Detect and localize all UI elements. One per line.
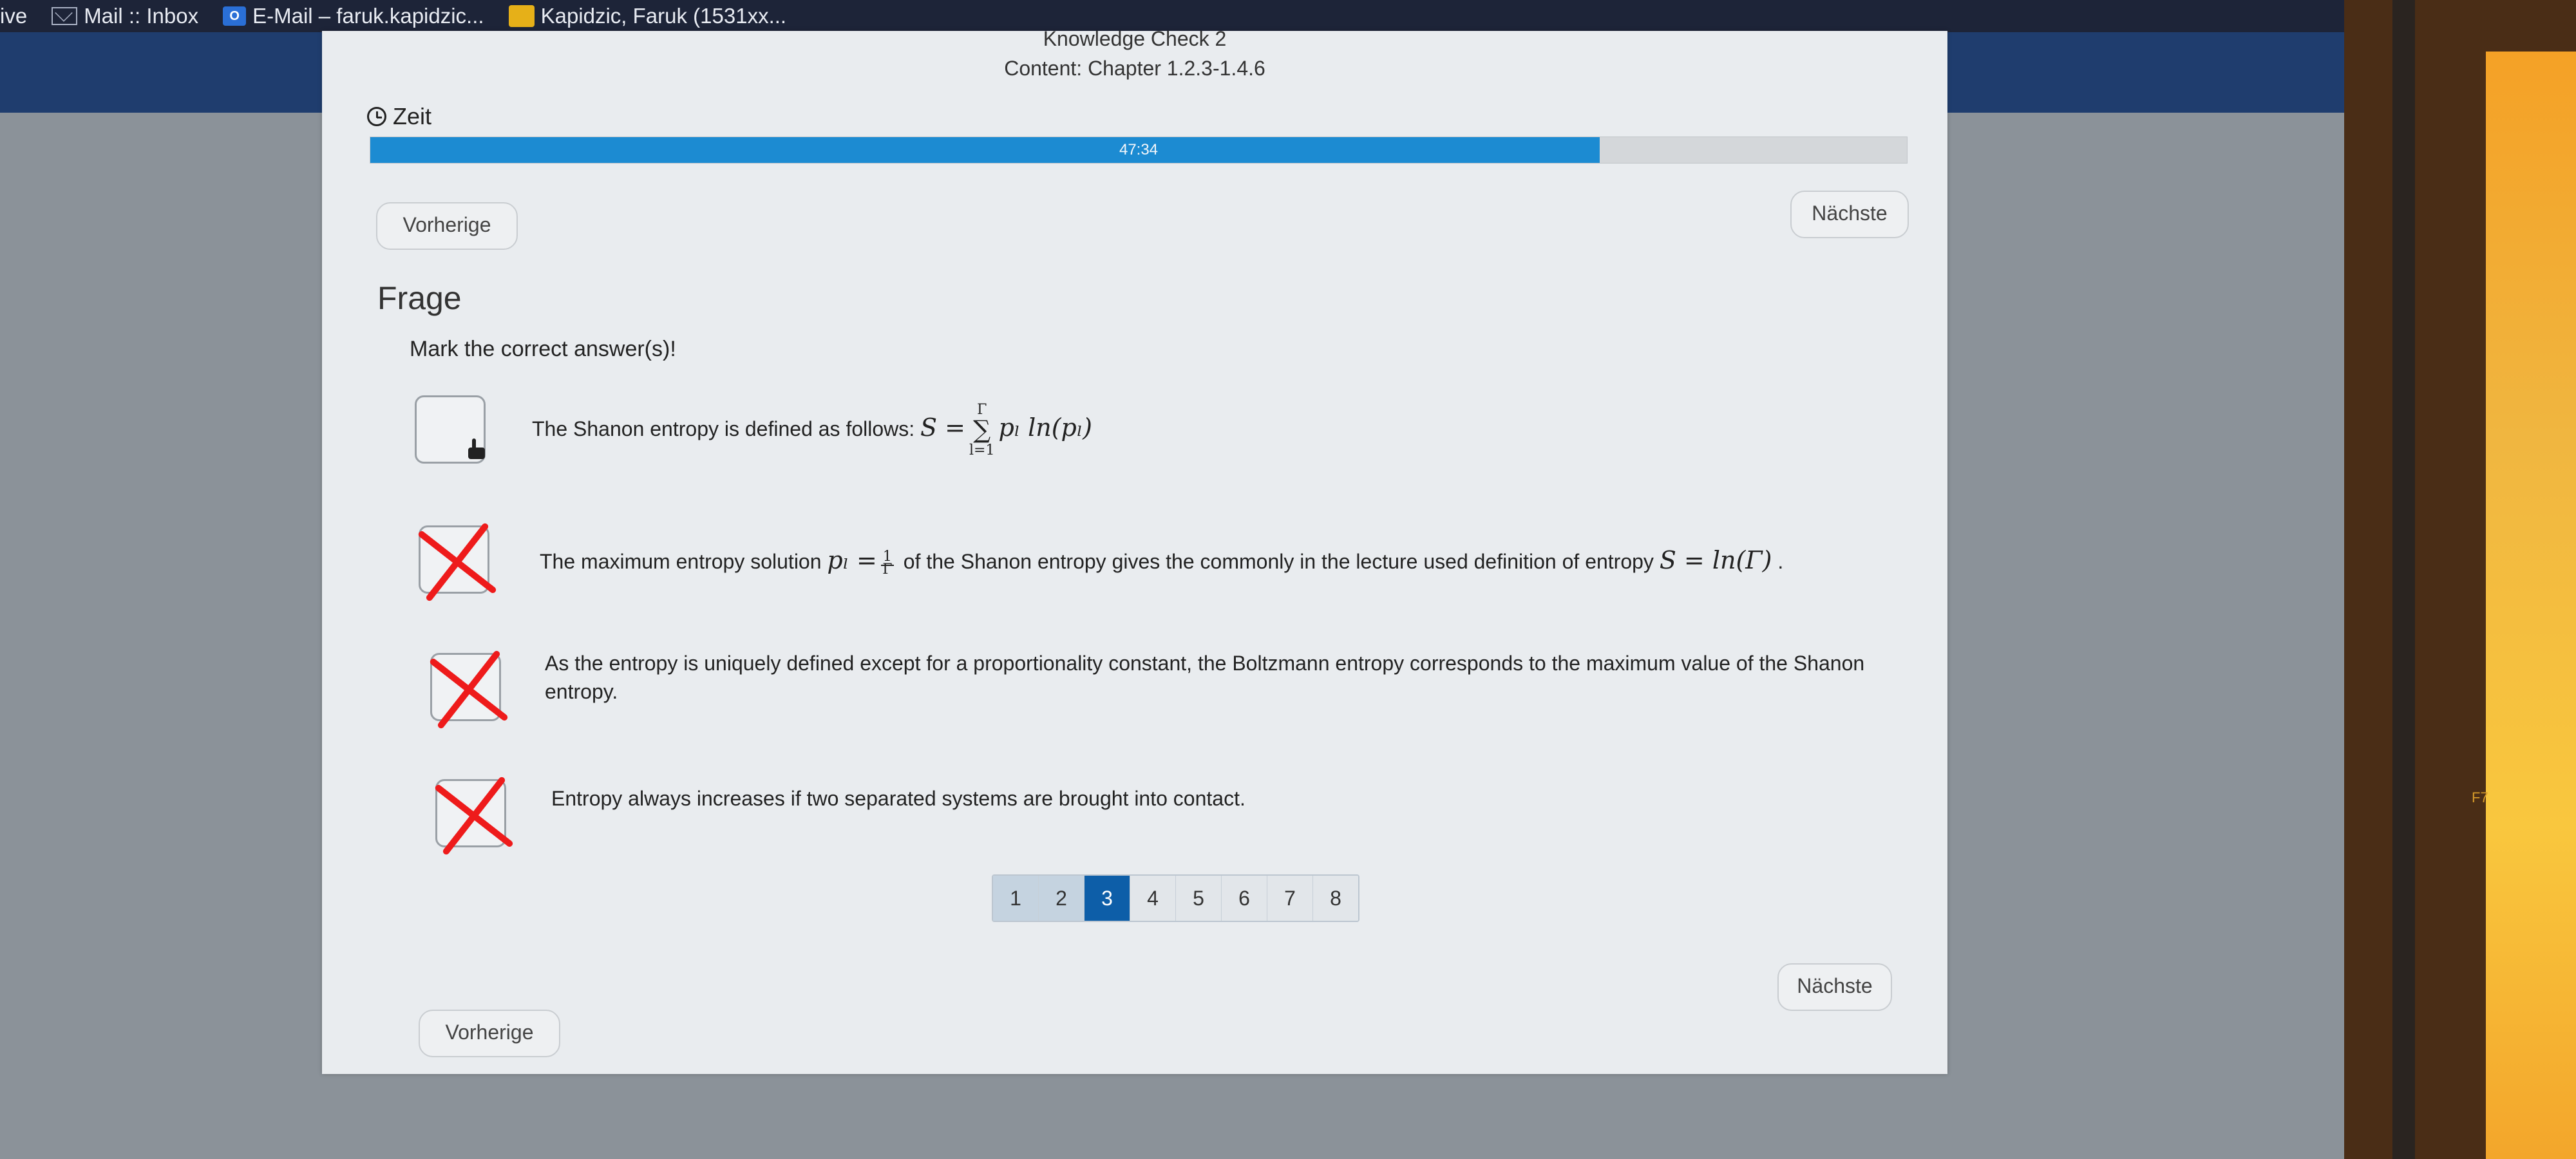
bookmark-mail-inbox[interactable]: Mail :: Inbox [52, 4, 198, 28]
folder-icon [508, 5, 535, 27]
monitor-bezel [2392, 0, 2415, 1159]
answer-1-text: The Shanon entropy is defined as follows… [532, 417, 915, 440]
answer-2-math-end: S = ln(Γ) [1659, 546, 1772, 574]
timer-progress-bar: 47:34 [370, 137, 1908, 164]
page-button-2[interactable]: 2 [1039, 876, 1084, 921]
previous-button-top[interactable]: Vorherige [376, 202, 518, 250]
fraction-denominator: Γ [882, 561, 893, 578]
mail-icon [52, 7, 78, 25]
answer-checkbox-2[interactable] [419, 525, 489, 594]
quiz-card: Knowledge Check 2 Content: Chapter 1.2.3… [322, 27, 1947, 1074]
page-button-4[interactable]: 4 [1130, 876, 1176, 921]
quiz-title: Knowledge Check 2 [1043, 27, 1227, 50]
answer-1-math-rhs: pₗ ln(pₗ) [998, 413, 1092, 442]
outlook-icon: O [223, 6, 247, 26]
quiz-subtitle: Content: Chapter 1.2.3-1.4.6 [1004, 57, 1265, 80]
red-cross-mark [415, 522, 499, 602]
answer-2-text-after: of the Shanon entropy gives the commonly… [903, 550, 1654, 573]
bookmark-kapidzic-label: Kapidzic, Faruk (1531xx... [540, 4, 787, 28]
answer-checkbox-4[interactable] [435, 779, 506, 847]
bookmark-kapidzic[interactable]: Kapidzic, Faruk (1531xx... [508, 4, 787, 28]
bookmark-partial-label: ive [0, 4, 28, 28]
page-button-3[interactable]: 3 [1084, 876, 1130, 921]
red-cross-mark [427, 650, 511, 730]
f7-key-label: F7 [2472, 789, 2488, 806]
page-button-6[interactable]: 6 [1222, 876, 1267, 921]
timer-value: 47:34 [1119, 141, 1159, 158]
page-button-5[interactable]: 5 [1176, 876, 1222, 921]
answer-option-4[interactable]: Entropy always increases if two separate… [551, 784, 1245, 813]
previous-button-bottom[interactable]: Vorherige [419, 1010, 560, 1057]
page-button-7[interactable]: 7 [1267, 876, 1313, 921]
answer-2-text-before: The maximum entropy solution [540, 550, 822, 573]
bookmark-email-outlook-label: E-Mail – faruk.kapidzic... [252, 4, 484, 28]
clock-icon [367, 107, 386, 126]
answer-2-trailing: . [1777, 550, 1784, 573]
question-heading: Frage [377, 280, 462, 316]
page-button-8[interactable]: 8 [1313, 876, 1358, 921]
next-button-bottom[interactable]: Nächste [1777, 963, 1892, 1011]
next-button-top[interactable]: Nächste [1790, 191, 1909, 238]
page-button-1[interactable]: 1 [993, 876, 1039, 921]
answer-2-math-var: pₗ = [827, 546, 877, 574]
sum-lower: l=1 [969, 442, 995, 458]
question-pager: 12345678 [992, 874, 1359, 922]
timer-label: Zeit [393, 103, 432, 129]
answer-option-2[interactable]: The maximum entropy solution pₗ = 1 Γ of t… [540, 546, 1783, 576]
red-cross-mark [432, 776, 516, 856]
fraction: 1Γ [880, 548, 894, 578]
bookmark-mail-inbox-label: Mail :: Inbox [84, 4, 199, 28]
answer-option-1[interactable]: The Shanon entropy is defined as follows… [532, 402, 1092, 459]
bookmark-partial[interactable]: ive [0, 4, 27, 28]
answer-checkbox-1[interactable] [415, 395, 486, 464]
sum-symbol: Γ ∑ l=1 [969, 402, 995, 458]
answer-option-3[interactable]: As the entropy is uniquely defined excep… [545, 649, 1871, 706]
keyboard-backlight [2486, 52, 2576, 1159]
answer-checkbox-3[interactable] [430, 653, 501, 721]
question-instruction: Mark the correct answer(s)! [410, 337, 676, 361]
answer-1-math-lhs: S = [920, 413, 965, 442]
timer-row: Zeit [367, 103, 431, 130]
hand-cursor-icon [468, 438, 485, 459]
bookmark-email-outlook[interactable]: O E-Mail – faruk.kapidzic... [223, 4, 484, 28]
